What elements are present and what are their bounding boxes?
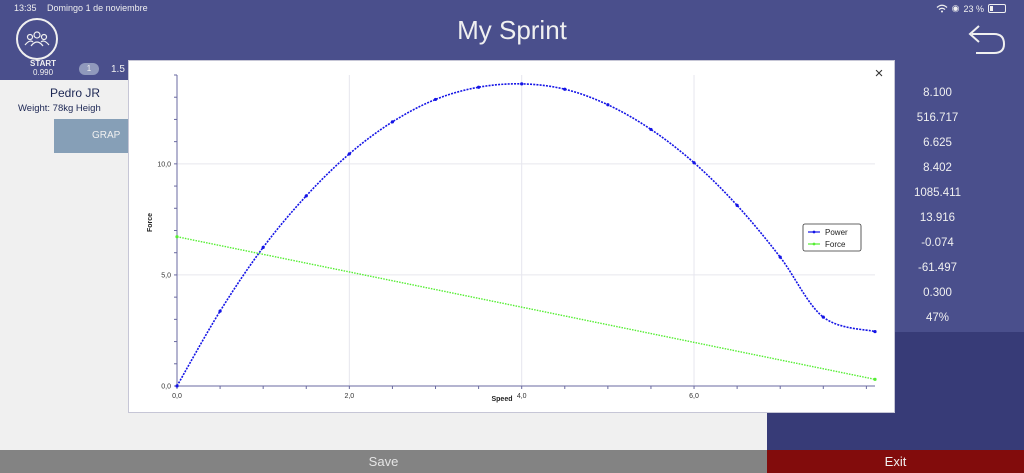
data-point-power bbox=[477, 85, 481, 89]
legend-marker-force bbox=[812, 242, 816, 246]
data-point-force bbox=[873, 377, 877, 381]
legend-label-force: Force bbox=[825, 240, 846, 249]
x-tick-label: 0,0 bbox=[172, 393, 182, 400]
y-tick-label: 5,0 bbox=[161, 272, 171, 279]
chart-modal: 0,0 2,0 4,0 6,0 0,0 5,0 10,0 Speed Force Power For… bbox=[128, 60, 895, 413]
data-point-power bbox=[261, 245, 265, 249]
data-point-power bbox=[175, 384, 179, 388]
x-axis-label: Speed bbox=[491, 396, 512, 403]
close-button[interactable]: × bbox=[868, 63, 890, 85]
x-tick-label: 4,0 bbox=[517, 393, 527, 400]
data-point-power bbox=[778, 255, 782, 259]
y-axis-label: Force bbox=[147, 213, 154, 232]
y-tick-label: 0,0 bbox=[161, 384, 171, 391]
data-point-power bbox=[821, 315, 825, 319]
x-tick-label: 6,0 bbox=[689, 393, 699, 400]
data-point-power bbox=[390, 120, 395, 124]
series-line-force bbox=[176, 236, 876, 381]
force-speed-chart: 0,0 2,0 4,0 6,0 0,0 5,0 10,0 Speed Force Power For… bbox=[147, 74, 877, 403]
data-point-power bbox=[563, 87, 567, 91]
close-icon: × bbox=[874, 65, 884, 82]
data-point-power bbox=[606, 103, 610, 107]
data-point-power bbox=[520, 82, 524, 86]
data-point-power bbox=[692, 161, 696, 165]
data-point-power bbox=[304, 194, 308, 198]
legend-label-power: Power bbox=[825, 228, 848, 237]
x-tick-label: 2,0 bbox=[344, 393, 354, 400]
data-point-power bbox=[218, 309, 222, 313]
data-point-force bbox=[175, 235, 179, 239]
data-point-power bbox=[347, 152, 351, 156]
legend-marker-power bbox=[812, 230, 816, 234]
series-line-power bbox=[176, 83, 876, 387]
data-point-power bbox=[735, 203, 739, 207]
data-point-power bbox=[873, 329, 877, 334]
data-point-power bbox=[649, 127, 653, 132]
y-tick-label: 10,0 bbox=[157, 161, 171, 168]
data-point-power bbox=[433, 97, 438, 102]
